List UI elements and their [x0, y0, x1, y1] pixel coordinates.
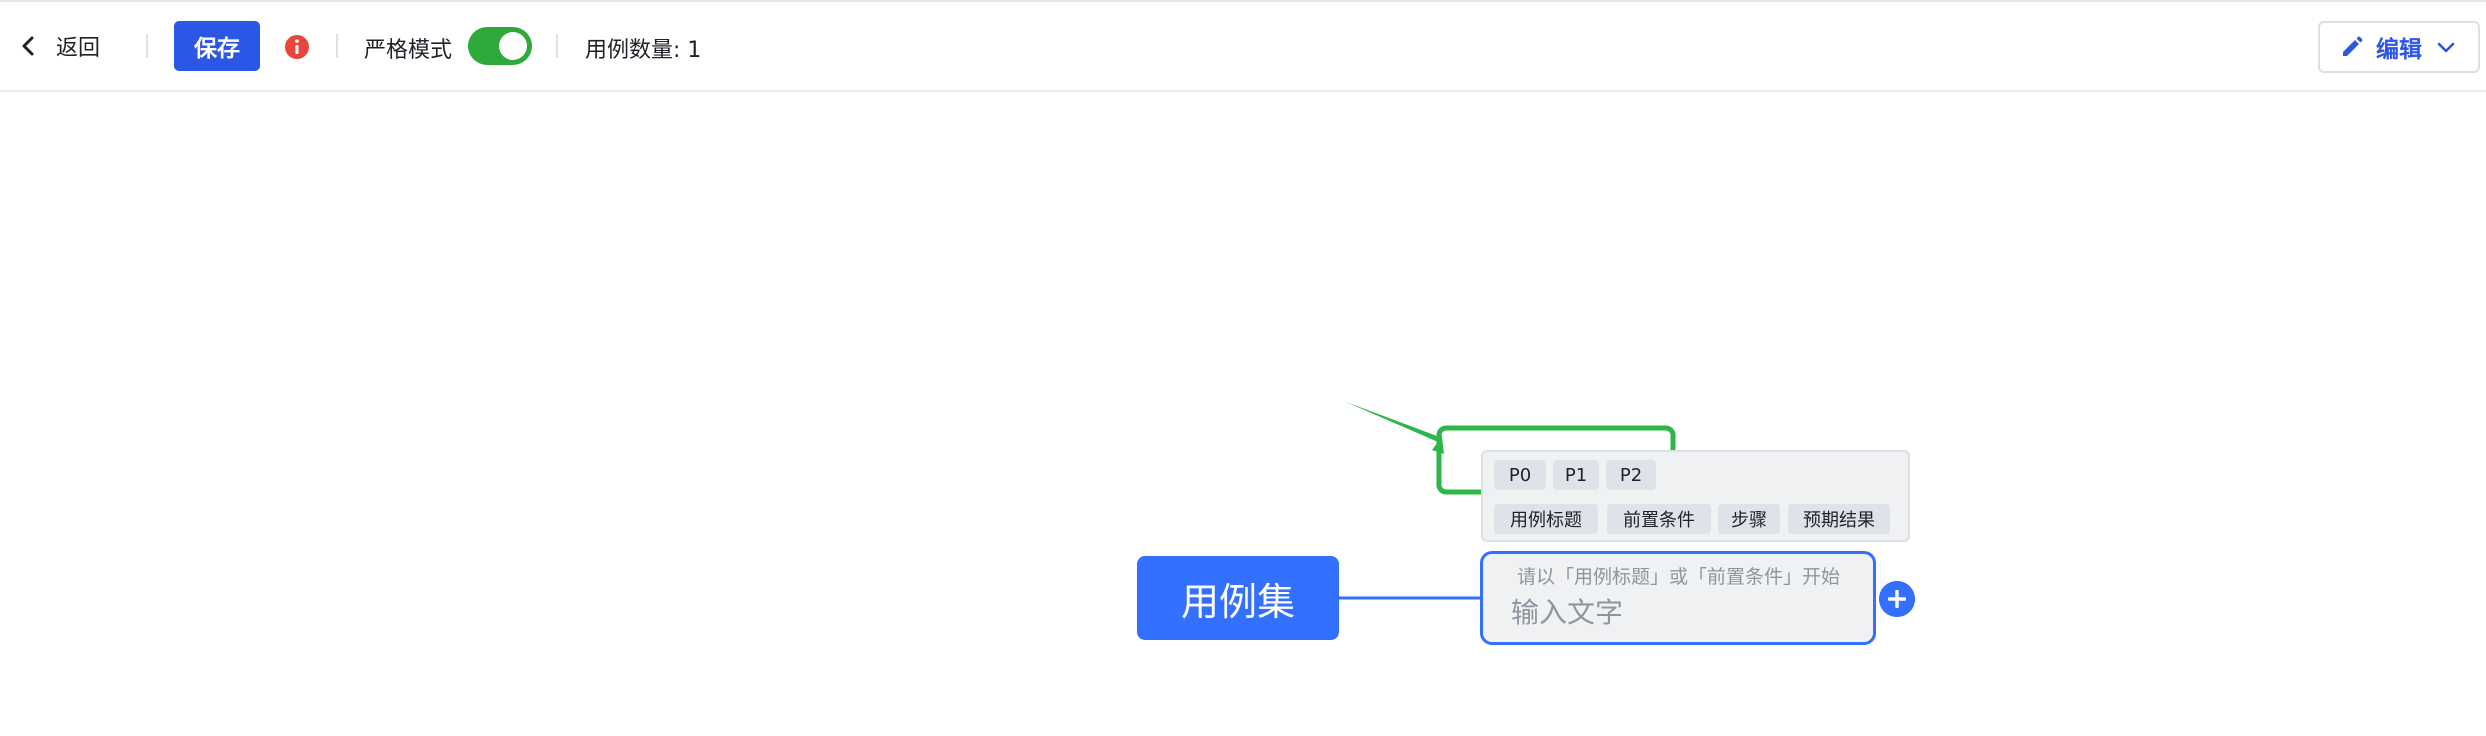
- strict-mode-label: 严格模式: [364, 38, 453, 63]
- save-button[interactable]: 保存: [174, 21, 260, 71]
- strict-mode-toggle[interactable]: [468, 27, 532, 65]
- type-tag-title[interactable]: 用例标题: [1494, 504, 1598, 534]
- back-button[interactable]: 返回: [18, 24, 100, 68]
- priority-tag-p1[interactable]: P1: [1553, 460, 1599, 490]
- pencil-icon: [2343, 36, 2363, 56]
- case-count: 用例数量: 1: [585, 38, 702, 63]
- edit-mode-dropdown[interactable]: 编辑: [2318, 21, 2480, 73]
- child-node-input[interactable]: [1511, 592, 1851, 632]
- type-tag-precondition[interactable]: 前置条件: [1607, 504, 1711, 534]
- priority-tag-p2[interactable]: P2: [1606, 460, 1656, 490]
- chevron-down-icon: [2437, 42, 2455, 53]
- toolbar: 返回 保存 严格模式 用例数量: 1 编辑: [0, 2, 2486, 92]
- divider: [336, 34, 338, 58]
- toggle-knob: [499, 32, 527, 60]
- divider: [556, 34, 558, 58]
- child-node-hint: 请以「用例标题」或「前置条件」开始: [1517, 566, 1841, 588]
- back-label: 返回: [56, 36, 101, 61]
- chevron-left-icon: [22, 36, 34, 56]
- info-circle-icon[interactable]: [285, 35, 309, 59]
- plus-circle-icon: [1879, 581, 1915, 617]
- child-node[interactable]: 请以「用例标题」或「前置条件」开始: [1480, 551, 1876, 645]
- type-tag-steps[interactable]: 步骤: [1718, 504, 1780, 534]
- priority-tag-p0[interactable]: P0: [1494, 460, 1546, 490]
- divider: [146, 34, 148, 58]
- add-child-button[interactable]: [1879, 581, 1915, 617]
- root-node[interactable]: 用例集: [1137, 556, 1339, 640]
- type-tag-expected-result[interactable]: 预期结果: [1788, 504, 1890, 534]
- edit-label: 编辑: [2376, 37, 2422, 63]
- tag-panel: P0 P1 P2 用例标题 前置条件 步骤 预期结果: [1481, 450, 1910, 542]
